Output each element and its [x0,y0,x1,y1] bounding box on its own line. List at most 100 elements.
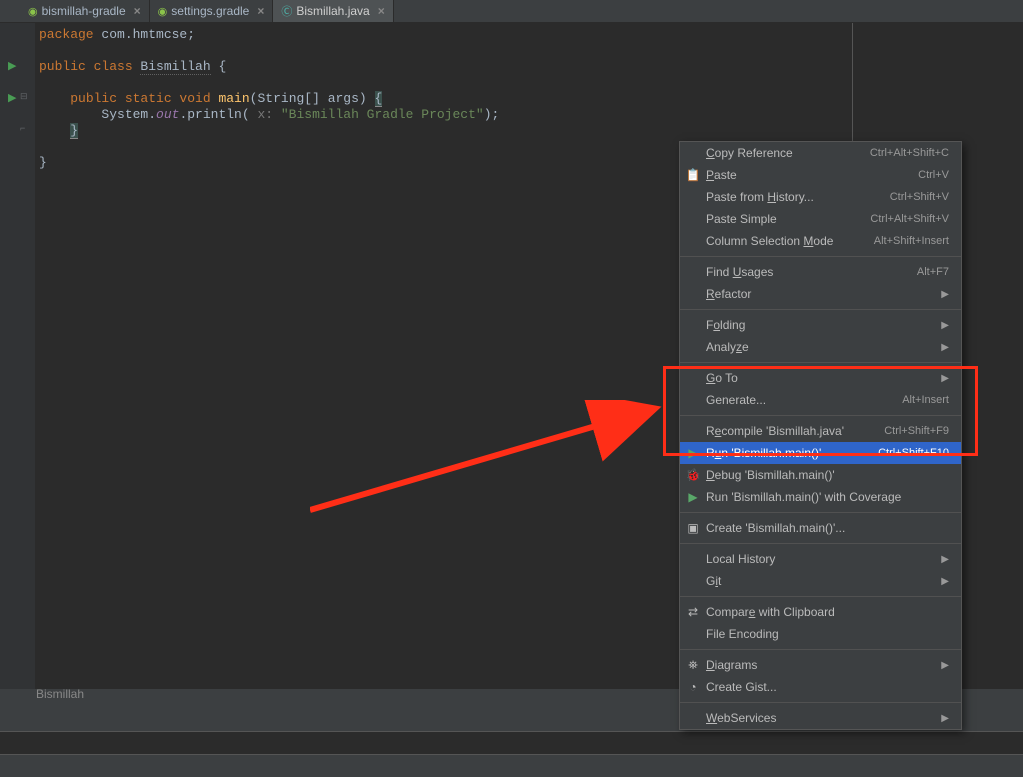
menu-paste-history[interactable]: Paste from History... Ctrl+Shift+V [680,186,961,208]
submenu-arrow-icon: ▶ [941,576,949,587]
submenu-arrow-icon: ▶ [941,342,949,353]
collapse-end-icon[interactable]: ⌐ [20,123,25,133]
menu-recompile[interactable]: Recompile 'Bismillah.java' Ctrl+Shift+F9 [680,420,961,442]
diagram-icon: ⛯ [684,658,702,673]
menu-shortcut: Ctrl+Shift+V [890,191,949,203]
code-keyword: package [39,27,94,42]
run-icon: ▶ [684,446,702,460]
tab-bismillah-java[interactable]: Ⓒ Bismillah.java × [273,0,393,22]
menu-compare-clipboard[interactable]: ⇄ Compare with Clipboard [680,601,961,623]
submenu-arrow-icon: ▶ [941,320,949,331]
code-method: main [218,91,249,106]
compare-icon: ⇄ [684,605,702,619]
menu-shortcut: Ctrl+Shift+F9 [884,425,949,437]
code-string: "Bismillah Gradle Project" [281,107,484,122]
close-icon[interactable]: × [257,4,264,18]
code-text: ); [484,107,500,122]
code-text: com.hmtmcse; [94,27,195,42]
menu-label: Create Gist... [706,680,949,694]
menu-paste[interactable]: 📋 Paste Ctrl+V [680,164,961,186]
editor-gutter: ▶ ▶ ⊟ ⌐ [0,23,35,689]
menu-find-usages[interactable]: Find Usages Alt+F7 [680,261,961,283]
close-icon[interactable]: × [134,4,141,18]
debug-icon: 🐞 [684,468,702,482]
menu-label: File Encoding [706,627,949,641]
submenu-arrow-icon: ▶ [941,660,949,671]
config-icon: ▣ [684,521,702,535]
menu-shortcut: Ctrl+V [918,169,949,181]
menu-analyze[interactable]: Analyze ▶ [680,336,961,358]
tab-label: settings.gradle [171,4,249,18]
menu-create-run[interactable]: ▣ Create 'Bismillah.main()'... [680,517,961,539]
run-gutter-icon[interactable]: ▶ [8,91,16,104]
submenu-arrow-icon: ▶ [941,289,949,300]
menu-separator [680,309,961,310]
close-icon[interactable]: × [378,4,385,18]
menu-separator [680,256,961,257]
menu-label: Run 'Bismillah.main()' with Coverage [706,490,949,504]
editor-tabs: ◉ bismillah-gradle × ◉ settings.gradle ×… [0,0,1023,23]
collapse-icon[interactable]: ⊟ [20,91,28,102]
code-class: Bismillah [140,59,210,75]
code-text: String[] args [257,91,358,106]
menu-label: Generate... [706,393,902,407]
run-gutter-icon[interactable]: ▶ [8,59,16,72]
submenu-arrow-icon: ▶ [941,713,949,724]
code-hint: x: [257,107,280,122]
menu-local-history[interactable]: Local History ▶ [680,548,961,570]
menu-shortcut: Ctrl+Alt+Shift+V [870,213,949,225]
menu-label: Create 'Bismillah.main()'... [706,521,949,535]
menu-paste-simple[interactable]: Paste Simple Ctrl+Alt+Shift+V [680,208,961,230]
menu-separator [680,702,961,703]
code-field: out [156,107,179,122]
submenu-arrow-icon: ▶ [941,373,949,384]
tab-label: bismillah-gradle [42,4,126,18]
code-brace: { [375,91,383,107]
menu-separator [680,512,961,513]
gradle-icon: ◉ [28,5,38,18]
code-text: ) [359,91,375,106]
coverage-icon: ▶ [684,490,702,504]
gradle-icon: ◉ [158,5,168,18]
menu-create-gist[interactable]: ◔ Create Gist... [680,676,961,698]
breadcrumb[interactable]: Bismillah [36,687,84,701]
submenu-arrow-icon: ▶ [941,554,949,565]
menu-generate[interactable]: Generate... Alt+Insert [680,389,961,411]
code-brace: } [70,123,78,139]
context-menu: Copy Reference Ctrl+Alt+Shift+C 📋 Paste … [679,141,962,730]
menu-separator [680,649,961,650]
menu-run[interactable]: ▶ Run 'Bismillah.main()' Ctrl+Shift+F10 [680,442,961,464]
menu-run-coverage[interactable]: ▶ Run 'Bismillah.main()' with Coverage [680,486,961,508]
menu-webservices[interactable]: WebServices ▶ [680,707,961,729]
gist-icon: ◔ [684,680,702,694]
tab-settings-gradle[interactable]: ◉ settings.gradle × [150,0,274,22]
tab-label: Bismillah.java [296,4,369,18]
menu-shortcut: Alt+Insert [902,394,949,406]
menu-diagrams[interactable]: ⛯ Diagrams ▶ [680,654,961,676]
menu-shortcut: Alt+F7 [917,266,949,278]
menu-separator [680,543,961,544]
code-text: .println( [179,107,257,122]
menu-file-encoding[interactable]: File Encoding [680,623,961,645]
menu-goto[interactable]: Go To ▶ [680,367,961,389]
menu-label: Paste Simple [706,212,870,226]
menu-debug[interactable]: 🐞 Debug 'Bismillah.main()' [680,464,961,486]
menu-label: Local History [706,552,941,566]
code-keyword: public class [39,59,140,74]
tab-bismillah-gradle[interactable]: ◉ bismillah-gradle × [20,0,150,22]
code-text: { [211,59,227,74]
menu-refactor[interactable]: Refactor ▶ [680,283,961,305]
code-text: } [39,155,47,170]
menu-separator [680,362,961,363]
menu-copy-reference[interactable]: Copy Reference Ctrl+Alt+Shift+C [680,142,961,164]
java-class-icon: Ⓒ [281,3,292,19]
paste-icon: 📋 [684,168,702,182]
code-text: System. [101,107,156,122]
menu-column-select[interactable]: Column Selection Mode Alt+Shift+Insert [680,230,961,252]
code-keyword: public static void [70,91,218,106]
menu-shortcut: Ctrl+Alt+Shift+C [870,147,949,159]
menu-shortcut: Alt+Shift+Insert [874,235,949,247]
menu-folding[interactable]: Folding ▶ [680,314,961,336]
menu-git[interactable]: Git ▶ [680,570,961,592]
menu-separator [680,415,961,416]
